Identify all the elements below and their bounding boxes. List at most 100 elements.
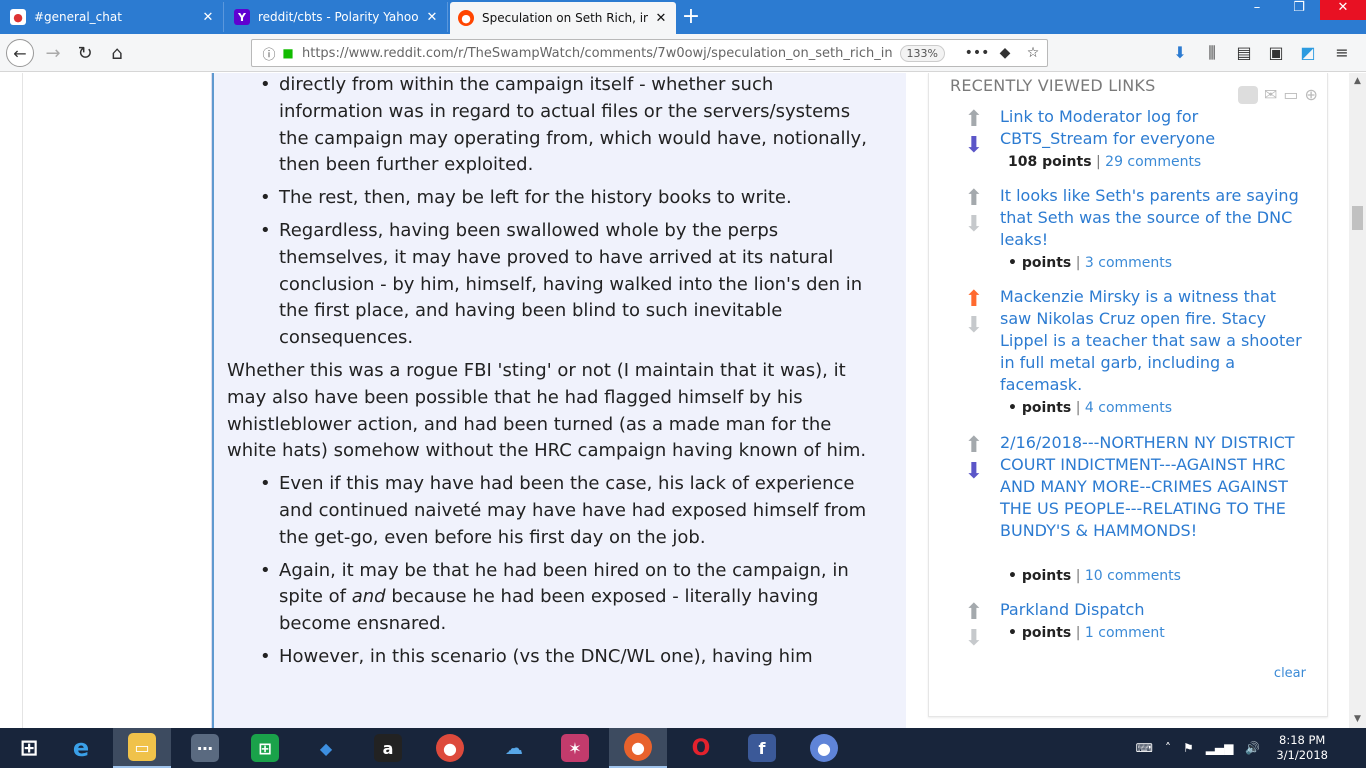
link-title[interactable]: Mackenzie Mirsky is a witness that saw N… [1000,286,1305,396]
downvote-icon[interactable]: ⬇ [959,213,989,239]
downvote-icon[interactable]: ⬇ [959,134,989,160]
close-tab-icon[interactable]: ✕ [425,10,439,25]
reddit-page: directly from within the campaign itself… [0,73,1349,728]
list-item: However, in this scenario (vs the DNC/WL… [260,644,867,671]
facebook-icon[interactable]: f [733,728,791,768]
scroll-top-icon[interactable]: ⊕ [1305,85,1318,104]
reload-icon[interactable]: ↻ [70,38,100,68]
points-count: • points [1008,400,1072,416]
zoom-level[interactable]: 133% [899,44,945,62]
comments-link[interactable]: 3 comments [1085,255,1172,271]
tab-general-chat[interactable]: ● #general_chat ✕ [2,2,224,32]
list-item: Even if this may have had been the case,… [260,471,867,551]
page-actions-icon[interactable]: ••• [963,45,991,61]
downvote-icon[interactable]: ⬇ [959,460,989,486]
download-icon[interactable]: ⬇ [1169,43,1191,63]
gutter [906,73,928,728]
network-icon[interactable]: ⋯ [176,728,234,768]
upvote-icon[interactable]: ⬆ [959,288,989,314]
chrome-icon[interactable]: ● [421,728,479,768]
opera-icon[interactable]: O [672,728,730,768]
file-explorer-icon[interactable]: ▭ [113,728,171,768]
page-scrollbar[interactable]: ▲ ▼ [1349,73,1366,728]
link-title[interactable]: 2/16/2018---NORTHERN NY DISTRICT COURT I… [1000,432,1305,542]
firefox-icon[interactable]: ● [609,728,667,768]
bookmark-star-icon[interactable]: ☆ [1019,45,1047,61]
clear-link[interactable]: clear [1274,666,1306,681]
comments-link[interactable]: 29 comments [1105,154,1201,170]
chat-bubble-icon[interactable]: ▭ [1283,85,1298,104]
scroll-down-icon[interactable]: ▼ [1349,711,1366,728]
close-tab-icon[interactable]: ✕ [201,10,215,25]
comments-link[interactable]: 4 comments [1085,400,1172,416]
link-title[interactable]: It looks like Seth's parents are saying … [1000,185,1305,251]
chrome-canary-icon[interactable]: ● [795,728,853,768]
info-icon[interactable]: ⓘ [258,44,280,63]
tray-chevron-icon[interactable]: ˄ [1165,741,1171,755]
restore-icon[interactable]: ❐ [1284,0,1314,20]
vote-buttons: ⬆ ⬇ [959,108,989,160]
store-icon[interactable]: ⊞ [236,728,294,768]
paint-icon[interactable]: ✶ [546,728,604,768]
dropbox-icon[interactable]: ◆ [297,728,355,768]
upvote-icon[interactable]: ⬆ [959,601,989,627]
comments-link[interactable]: 1 comment [1085,625,1165,641]
forward-icon[interactable]: → [38,38,68,68]
upvote-icon[interactable]: ⬆ [959,108,989,134]
bullet-text: Regardless, having been swallowed whole … [279,219,863,349]
points-count: • points [1008,625,1072,641]
keyboard-icon[interactable]: ⌨ [1136,741,1153,755]
flag-icon[interactable]: ⚑ [1183,741,1194,755]
scroll-thumb[interactable] [1352,206,1363,230]
upvote-icon[interactable]: ⬆ [959,187,989,213]
mail-icon[interactable]: ✉ [1264,85,1277,104]
comments-link[interactable]: 10 comments [1085,568,1181,584]
start-icon[interactable]: ⊞ [0,728,58,768]
ie-icon[interactable]: e [52,728,110,768]
home-icon[interactable]: ⌂ [102,38,132,68]
menu-icon[interactable]: ≡ [1331,43,1353,63]
pocket-icon[interactable]: ◆ [991,45,1019,61]
close-window-icon[interactable]: ✕ [1320,0,1366,20]
tab-title: #general_chat [34,10,122,24]
yahoo-icon: Y [234,9,250,25]
link-meta: • points | 3 comments [1008,255,1173,271]
lock-icon: ■ [282,46,294,60]
url-text[interactable]: https://www.reddit.com/r/TheSwampWatch/c… [302,46,900,61]
clock[interactable]: 8:18 PM 3/1/2018 [1276,733,1328,763]
toggle-icon[interactable] [1238,85,1258,104]
volume-icon[interactable]: 🔊 [1245,741,1260,755]
vote-buttons: ⬆ ⬇ [959,434,989,486]
tab-reddit-cbts[interactable]: Y reddit/cbts - Polarity Yahoo Se ✕ [226,2,448,32]
new-tab-icon[interactable]: + [679,4,703,29]
minimize-icon[interactable]: – [1242,0,1272,20]
vote-buttons: ⬆ ⬇ [959,601,989,653]
windows-taskbar: ⊞ e ▭ ⋯ ⊞ ◆ a ● ☁ ✶ ● O f ● ⌨ ˄ ⚑ ▂▄▆ 🔊 … [0,728,1366,768]
comment-paragraph: Whether this was a rogue FBI 'sting' or … [227,359,867,462]
link-title[interactable]: Parkland Dispatch [1000,599,1305,621]
navigation-bar: ← → ↻ ⌂ ⓘ ■ https://www.reddit.com/r/The… [0,34,1366,72]
back-icon[interactable]: ← [6,39,34,67]
amazon-icon[interactable]: a [359,728,417,768]
address-bar[interactable]: ⓘ ■ https://www.reddit.com/r/TheSwampWat… [251,39,1048,67]
link-meta: • points | 1 comment [1008,625,1165,641]
screenshot-icon[interactable]: ◩ [1297,43,1319,63]
sidebar-icon[interactable]: ▤ [1233,43,1255,63]
clock-time: 8:18 PM [1279,733,1326,747]
upvote-icon[interactable]: ⬆ [959,434,989,460]
extension-icon[interactable]: ▣ [1265,43,1287,63]
tab-speculation[interactable]: ● Speculation on Seth Rich, in lig ✕ [450,2,676,34]
list-item: Regardless, having been swallowed whole … [260,218,867,352]
close-tab-icon[interactable]: ✕ [654,11,668,26]
scroll-up-icon[interactable]: ▲ [1349,73,1366,90]
wifi-icon[interactable]: ▂▄▆ [1206,741,1234,755]
side-icon-group: ✉ ▭ ⊕ [1238,85,1318,104]
onedrive-icon[interactable]: ☁ [485,728,543,768]
link-title[interactable]: Link to Moderator log for CBTS_Stream fo… [1000,106,1305,150]
emphasis-text: and [351,586,386,608]
downvote-icon[interactable]: ⬇ [959,314,989,340]
downvote-icon[interactable]: ⬇ [959,627,989,653]
reddit-icon: ● [458,10,474,26]
bullet-text: Even if this may have had been the case,… [279,473,867,548]
library-icon[interactable]: ⫼ [1201,43,1223,63]
